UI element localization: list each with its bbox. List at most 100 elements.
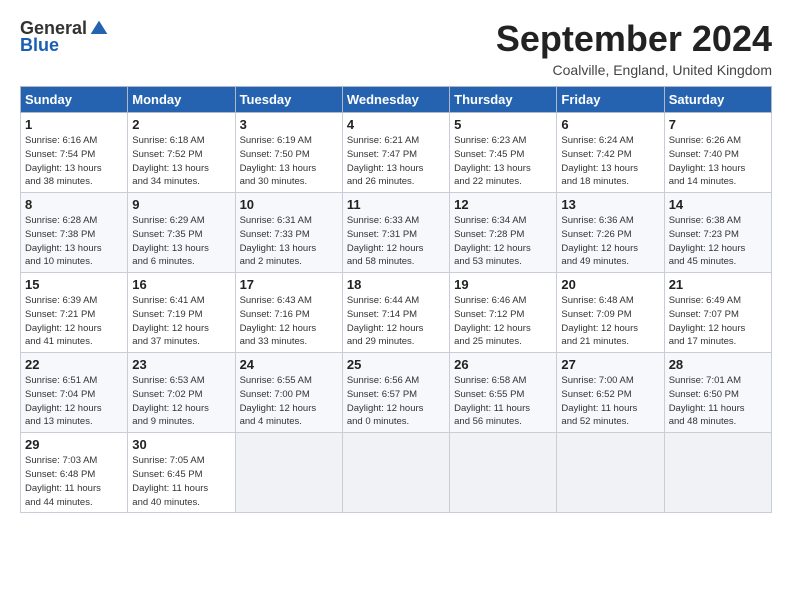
day-info: Sunrise: 6:18 AM Sunset: 7:52 PM Dayligh… bbox=[132, 134, 230, 189]
weekday-friday: Friday bbox=[557, 87, 664, 113]
day-info: Sunrise: 6:31 AM Sunset: 7:33 PM Dayligh… bbox=[240, 214, 338, 269]
weekday-monday: Monday bbox=[128, 87, 235, 113]
day-number: 14 bbox=[669, 197, 767, 212]
weekday-sunday: Sunday bbox=[21, 87, 128, 113]
day-number: 1 bbox=[25, 117, 123, 132]
day-number: 18 bbox=[347, 277, 445, 292]
day-number: 11 bbox=[347, 197, 445, 212]
calendar-cell: 17Sunrise: 6:43 AM Sunset: 7:16 PM Dayli… bbox=[235, 273, 342, 353]
weekday-saturday: Saturday bbox=[664, 87, 771, 113]
calendar-cell bbox=[557, 433, 664, 513]
calendar-cell: 25 Sunrise: 6:56 AM Sunset: 6:57 PM Dayli… bbox=[342, 353, 449, 433]
calendar-cell: 20 Sunrise: 6:48 AM Sunset: 7:09 PM Dayli… bbox=[557, 273, 664, 353]
day-number: 4 bbox=[347, 117, 445, 132]
day-number: 10 bbox=[240, 197, 338, 212]
weekday-tuesday: Tuesday bbox=[235, 87, 342, 113]
day-number: 13 bbox=[561, 197, 659, 212]
day-number: 19 bbox=[454, 277, 552, 292]
week-row-4: 22Sunrise: 6:51 AM Sunset: 7:04 PM Dayli… bbox=[21, 353, 772, 433]
day-info: Sunrise: 7:05 AM Sunset: 6:45 PM Dayligh… bbox=[132, 454, 230, 509]
day-info: Sunrise: 6:38 AM Sunset: 7:23 PM Dayligh… bbox=[669, 214, 767, 269]
day-number: 16 bbox=[132, 277, 230, 292]
day-number: 9 bbox=[132, 197, 230, 212]
month-title: September 2024 bbox=[496, 18, 772, 60]
day-info: Sunrise: 6:26 AM Sunset: 7:40 PM Dayligh… bbox=[669, 134, 767, 189]
calendar-cell: 5 Sunrise: 6:23 AM Sunset: 7:45 PM Daylig… bbox=[450, 113, 557, 193]
day-info: Sunrise: 6:36 AM Sunset: 7:26 PM Dayligh… bbox=[561, 214, 659, 269]
calendar-cell: 7 Sunrise: 6:26 AM Sunset: 7:40 PM Daylig… bbox=[664, 113, 771, 193]
day-number: 23 bbox=[132, 357, 230, 372]
day-number: 20 bbox=[561, 277, 659, 292]
day-number: 22 bbox=[25, 357, 123, 372]
week-row-3: 15 Sunrise: 6:39 AM Sunset: 7:21 PM Dayli… bbox=[21, 273, 772, 353]
day-info: Sunrise: 6:56 AM Sunset: 6:57 PM Dayligh… bbox=[347, 374, 445, 429]
calendar-cell: 11 Sunrise: 6:33 AM Sunset: 7:31 PM Dayli… bbox=[342, 193, 449, 273]
calendar-cell: 1 Sunrise: 6:16 AM Sunset: 7:54 PM Daylig… bbox=[21, 113, 128, 193]
calendar-cell: 4 Sunrise: 6:21 AM Sunset: 7:47 PM Daylig… bbox=[342, 113, 449, 193]
day-number: 29 bbox=[25, 437, 123, 452]
day-number: 15 bbox=[25, 277, 123, 292]
day-info: Sunrise: 6:29 AM Sunset: 7:35 PM Dayligh… bbox=[132, 214, 230, 269]
day-info: Sunrise: 6:24 AM Sunset: 7:42 PM Dayligh… bbox=[561, 134, 659, 189]
day-info: Sunrise: 6:16 AM Sunset: 7:54 PM Dayligh… bbox=[25, 134, 123, 189]
day-number: 21 bbox=[669, 277, 767, 292]
calendar-table: SundayMondayTuesdayWednesdayThursdayFrid… bbox=[20, 86, 772, 513]
title-block: September 2024 Coalville, England, Unite… bbox=[496, 18, 772, 78]
calendar-cell: 29Sunrise: 7:03 AM Sunset: 6:48 PM Dayli… bbox=[21, 433, 128, 513]
day-number: 7 bbox=[669, 117, 767, 132]
calendar-cell: 30 Sunrise: 7:05 AM Sunset: 6:45 PM Dayli… bbox=[128, 433, 235, 513]
calendar-cell bbox=[235, 433, 342, 513]
calendar-cell: 15 Sunrise: 6:39 AM Sunset: 7:21 PM Dayli… bbox=[21, 273, 128, 353]
day-info: Sunrise: 6:28 AM Sunset: 7:38 PM Dayligh… bbox=[25, 214, 123, 269]
calendar-cell bbox=[450, 433, 557, 513]
calendar-cell bbox=[342, 433, 449, 513]
day-number: 2 bbox=[132, 117, 230, 132]
week-row-2: 8 Sunrise: 6:28 AM Sunset: 7:38 PM Daylig… bbox=[21, 193, 772, 273]
day-info: Sunrise: 6:21 AM Sunset: 7:47 PM Dayligh… bbox=[347, 134, 445, 189]
day-number: 26 bbox=[454, 357, 552, 372]
day-info: Sunrise: 6:39 AM Sunset: 7:21 PM Dayligh… bbox=[25, 294, 123, 349]
calendar-cell: 24 Sunrise: 6:55 AM Sunset: 7:00 PM Dayli… bbox=[235, 353, 342, 433]
weekday-thursday: Thursday bbox=[450, 87, 557, 113]
day-number: 30 bbox=[132, 437, 230, 452]
day-info: Sunrise: 6:58 AM Sunset: 6:55 PM Dayligh… bbox=[454, 374, 552, 429]
day-info: Sunrise: 6:23 AM Sunset: 7:45 PM Dayligh… bbox=[454, 134, 552, 189]
calendar-cell: 13 Sunrise: 6:36 AM Sunset: 7:26 PM Dayli… bbox=[557, 193, 664, 273]
day-number: 24 bbox=[240, 357, 338, 372]
day-info: Sunrise: 6:33 AM Sunset: 7:31 PM Dayligh… bbox=[347, 214, 445, 269]
weekday-wednesday: Wednesday bbox=[342, 87, 449, 113]
header: General Blue September 2024 Coalville, E… bbox=[20, 18, 772, 78]
day-info: Sunrise: 6:44 AM Sunset: 7:14 PM Dayligh… bbox=[347, 294, 445, 349]
logo-icon bbox=[89, 19, 109, 39]
calendar-cell: 3Sunrise: 6:19 AM Sunset: 7:50 PM Daylig… bbox=[235, 113, 342, 193]
day-number: 27 bbox=[561, 357, 659, 372]
calendar-cell: 26 Sunrise: 6:58 AM Sunset: 6:55 PM Dayli… bbox=[450, 353, 557, 433]
week-row-5: 29Sunrise: 7:03 AM Sunset: 6:48 PM Dayli… bbox=[21, 433, 772, 513]
calendar-cell: 28Sunrise: 7:01 AM Sunset: 6:50 PM Dayli… bbox=[664, 353, 771, 433]
calendar-cell: 9 Sunrise: 6:29 AM Sunset: 7:35 PM Daylig… bbox=[128, 193, 235, 273]
day-number: 6 bbox=[561, 117, 659, 132]
day-info: Sunrise: 7:00 AM Sunset: 6:52 PM Dayligh… bbox=[561, 374, 659, 429]
calendar-cell: 21Sunrise: 6:49 AM Sunset: 7:07 PM Dayli… bbox=[664, 273, 771, 353]
calendar-cell: 23Sunrise: 6:53 AM Sunset: 7:02 PM Dayli… bbox=[128, 353, 235, 433]
calendar-cell: 27 Sunrise: 7:00 AM Sunset: 6:52 PM Dayli… bbox=[557, 353, 664, 433]
day-number: 12 bbox=[454, 197, 552, 212]
calendar-cell: 12Sunrise: 6:34 AM Sunset: 7:28 PM Dayli… bbox=[450, 193, 557, 273]
calendar-cell: 10 Sunrise: 6:31 AM Sunset: 7:33 PM Dayli… bbox=[235, 193, 342, 273]
day-info: Sunrise: 6:48 AM Sunset: 7:09 PM Dayligh… bbox=[561, 294, 659, 349]
day-number: 3 bbox=[240, 117, 338, 132]
day-number: 25 bbox=[347, 357, 445, 372]
day-info: Sunrise: 6:41 AM Sunset: 7:19 PM Dayligh… bbox=[132, 294, 230, 349]
day-info: Sunrise: 6:46 AM Sunset: 7:12 PM Dayligh… bbox=[454, 294, 552, 349]
calendar-cell: 18 Sunrise: 6:44 AM Sunset: 7:14 PM Dayli… bbox=[342, 273, 449, 353]
calendar-cell: 22Sunrise: 6:51 AM Sunset: 7:04 PM Dayli… bbox=[21, 353, 128, 433]
calendar-cell: 6 Sunrise: 6:24 AM Sunset: 7:42 PM Daylig… bbox=[557, 113, 664, 193]
logo-blue-text: Blue bbox=[20, 35, 59, 56]
calendar-page: General Blue September 2024 Coalville, E… bbox=[0, 0, 792, 612]
day-info: Sunrise: 6:43 AM Sunset: 7:16 PM Dayligh… bbox=[240, 294, 338, 349]
calendar-cell: 2 Sunrise: 6:18 AM Sunset: 7:52 PM Daylig… bbox=[128, 113, 235, 193]
weekday-header-row: SundayMondayTuesdayWednesdayThursdayFrid… bbox=[21, 87, 772, 113]
day-info: Sunrise: 6:55 AM Sunset: 7:00 PM Dayligh… bbox=[240, 374, 338, 429]
day-number: 8 bbox=[25, 197, 123, 212]
day-number: 5 bbox=[454, 117, 552, 132]
